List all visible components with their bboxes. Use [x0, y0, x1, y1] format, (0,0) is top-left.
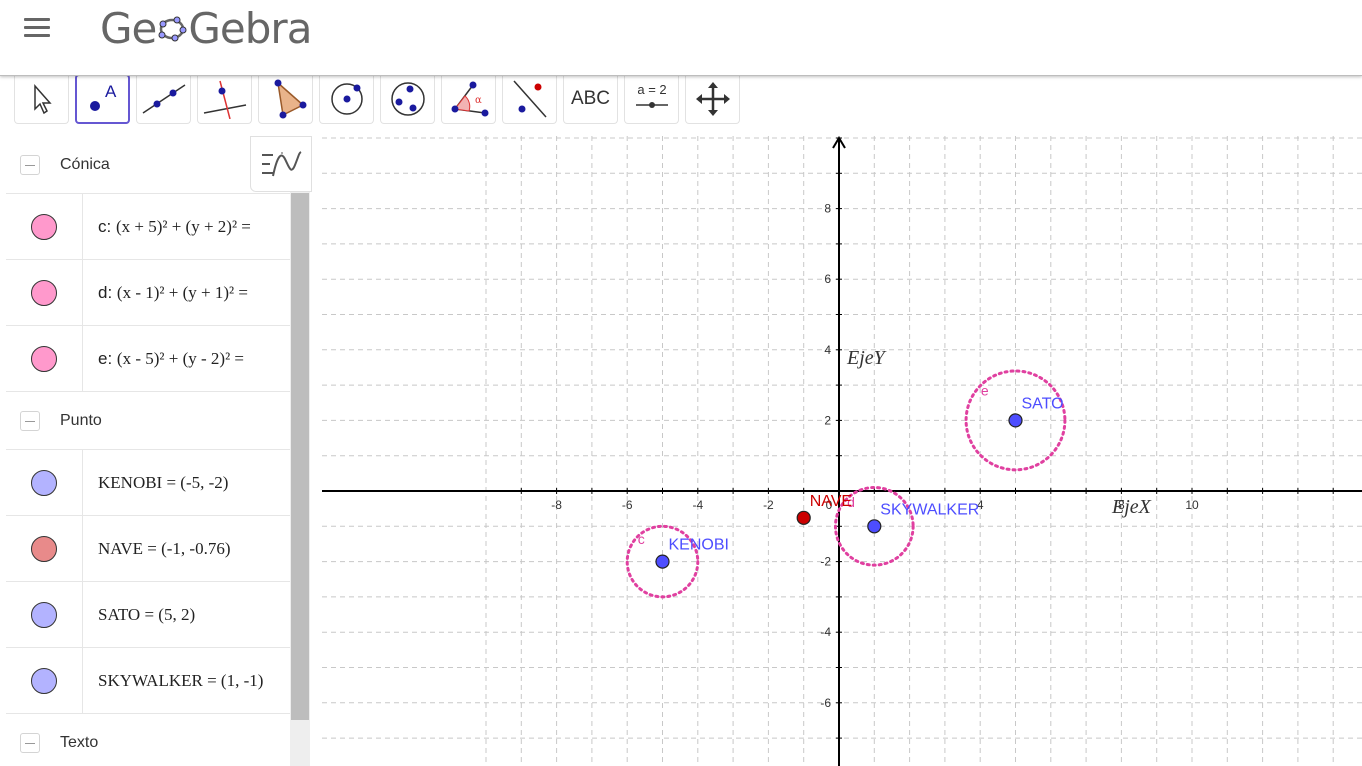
conic-expression: (x + 5)² + (y + 2)² = [115, 216, 251, 236]
group-label: Punto [60, 411, 102, 429]
graphics-view-toggle-button[interactable] [250, 136, 312, 192]
logo-text-left: Ge [100, 3, 157, 53]
slider-icon: a = 2 [635, 82, 668, 108]
slider-tool[interactable]: a = 2 [624, 74, 679, 124]
polygon-icon [274, 79, 306, 118]
algebra-row-c[interactable]: c: (x + 5)² + (y + 2)² = [6, 194, 296, 260]
algebra-view: Cónica c: (x + 5)² + (y + 2)² = d: (x - … [6, 136, 296, 766]
group-label: Cónica [60, 155, 110, 173]
y-tick-label: -4 [820, 625, 831, 639]
x-tick-label: -4 [692, 498, 703, 512]
circle-center-point-tool[interactable] [319, 74, 374, 124]
visibility-marble[interactable] [31, 345, 57, 372]
logo-ellipse-icon [158, 16, 187, 42]
visibility-marble[interactable] [31, 213, 57, 240]
point-A-icon: A [89, 82, 117, 111]
text-tool[interactable]: ABC [563, 74, 618, 124]
circle-three-points-tool[interactable] [380, 74, 435, 124]
cursor-arrow-icon [33, 83, 52, 114]
conic-expression: (x - 5)² + (y - 2)² = [116, 348, 245, 368]
polygon-tool[interactable] [258, 74, 313, 124]
circle-three-points-icon [390, 81, 425, 116]
x-tick-label: -6 [622, 498, 633, 512]
point-label-kenobi: KENOBI [669, 537, 729, 554]
point-tool[interactable]: A [75, 74, 130, 124]
perpendicular-tool[interactable] [197, 74, 252, 124]
point-label-sato: SATO [1022, 395, 1064, 412]
slider-tool-label: a = 2 [637, 82, 666, 97]
line-tool[interactable] [136, 74, 191, 124]
perpendicular-line-icon [203, 80, 246, 119]
point-kenobi [655, 554, 670, 569]
toolbar: A α ABC a = 2 [14, 74, 746, 126]
svg-text:A: A [105, 82, 117, 101]
view-menu-icon [262, 151, 302, 177]
algebra-row-d[interactable]: d: (x - 1)² + (y + 1)² = [6, 260, 296, 326]
x-tick-label: -8 [551, 498, 562, 512]
collapse-icon[interactable] [20, 410, 40, 431]
y-tick-label: 4 [824, 343, 831, 357]
visibility-marble[interactable] [31, 469, 57, 496]
y-tick-label: 2 [824, 413, 831, 427]
point-expression[interactable]: SATO = (5, 2) [98, 605, 293, 625]
angle-icon: α [451, 81, 488, 116]
point-expression[interactable]: KENOBI = (-5, -2) [98, 473, 293, 493]
algebra-scrollbar-thumb[interactable] [291, 193, 309, 720]
group-label: Texto [60, 733, 99, 751]
logo-text-right: Gebra [188, 3, 312, 53]
visibility-marble[interactable] [31, 535, 57, 562]
line-through-points-icon [142, 83, 185, 114]
x-tick-label: 10 [1185, 498, 1199, 512]
svg-text:α: α [475, 95, 482, 106]
graphics-view[interactable]: -8 -6 -4 -2 0 4 8 108642-2-4-6EjeXEjeYcdeKENOBI… [322, 136, 1362, 766]
geogebra-logo: Ge Gebra [100, 3, 312, 53]
algebra-row-nave[interactable]: NAVE = (-1, -0.76) [6, 516, 296, 582]
hamburger-menu-icon[interactable] [22, 16, 54, 40]
reflect-point-icon [512, 80, 547, 117]
algebra-row-sato[interactable]: SATO = (5, 2) [6, 582, 296, 648]
conic-expression: (x - 1)² + (y + 1)² = [116, 282, 248, 302]
point-sato [1008, 413, 1023, 428]
visibility-marble[interactable] [31, 279, 57, 306]
move-arrows-icon [695, 81, 730, 116]
x-tick-label: -2 [763, 498, 774, 512]
move-graphics-tool[interactable] [685, 74, 740, 124]
algebra-row-kenobi[interactable]: KENOBI = (-5, -2) [6, 450, 296, 516]
y-tick-label: 6 [824, 272, 831, 286]
collapse-icon[interactable] [20, 732, 40, 753]
y-tick-label: 8 [824, 202, 831, 216]
group-punto[interactable]: Punto [6, 392, 296, 450]
visibility-marble[interactable] [31, 667, 57, 694]
collapse-icon[interactable] [20, 154, 40, 175]
move-tool[interactable] [14, 74, 69, 124]
group-texto[interactable]: Texto [6, 714, 296, 766]
text-tool-label: ABC [570, 87, 611, 109]
reflect-tool[interactable] [502, 74, 557, 124]
conic-label-e: e [981, 383, 989, 399]
point-label-skywalker: SKYWALKER [880, 501, 979, 518]
point-expression[interactable]: NAVE = (-1, -0.76) [98, 539, 293, 559]
circle-center-icon [330, 82, 363, 115]
algebra-row-e[interactable]: e: (x - 5)² + (y - 2)² = [6, 326, 296, 392]
visibility-marble[interactable] [31, 601, 57, 628]
angle-tool[interactable]: α [441, 74, 496, 124]
point-skywalker [867, 519, 882, 534]
y-tick-label: -6 [820, 696, 831, 710]
conic-label-c: c [638, 531, 645, 547]
y-axis-label: EjeY [846, 347, 887, 369]
y-tick-label: -2 [820, 555, 831, 569]
point-nave [796, 510, 811, 525]
app-header: Ge Gebra [0, 0, 1362, 76]
algebra-row-skywalker[interactable]: SKYWALKER = (1, -1) [6, 648, 296, 714]
x-axis-label: EjeX [1111, 496, 1152, 518]
point-label-nave: NAVE [810, 493, 852, 510]
point-expression[interactable]: SKYWALKER = (1, -1) [98, 671, 293, 691]
